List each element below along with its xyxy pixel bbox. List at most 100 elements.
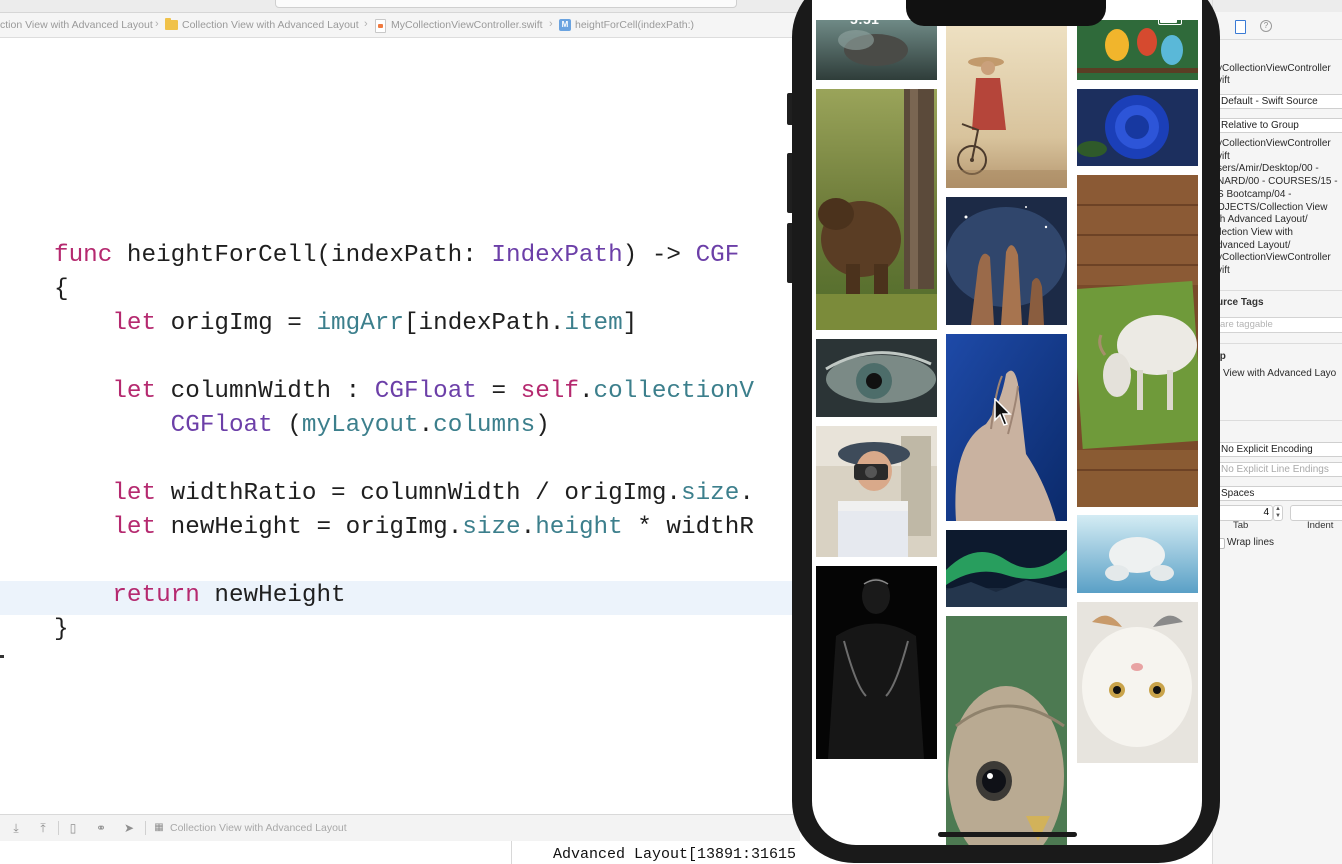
debug-target-label: Collection View with Advanced Layout	[170, 822, 347, 834]
code-area[interactable]: func heightForCell(indexPath: IndexPath)…	[0, 38, 800, 814]
indent-width-label: Indent	[1307, 520, 1334, 531]
tab-width-label: Tab	[1233, 520, 1249, 531]
volume-down-button	[787, 223, 792, 283]
code-line[interactable]: let newHeight = origImg.size.height * wi…	[54, 511, 754, 545]
breadcrumb-project[interactable]: ction View with Advanced Layout	[0, 19, 153, 31]
memory-graph-icon[interactable]: ⚭	[94, 821, 108, 835]
cell-aurora[interactable]	[946, 530, 1067, 607]
cell-goat[interactable]	[1077, 175, 1198, 507]
cell-bear[interactable]	[816, 89, 937, 330]
file-type-popup[interactable]: Default - Swift Source	[1217, 94, 1342, 109]
indent-width-field[interactable]	[1290, 505, 1342, 521]
code-token: return	[112, 582, 200, 609]
home-indicator[interactable]	[938, 832, 1077, 837]
quick-help-icon[interactable]: ?	[1260, 20, 1272, 32]
breadcrumb-group[interactable]: Collection View with Advanced Layout	[182, 19, 359, 31]
divider	[58, 821, 59, 835]
activity-viewer	[275, 0, 737, 8]
code-token: [indexPath.	[403, 310, 565, 337]
line-endings-popup[interactable]: No Explicit Line Endings	[1217, 462, 1342, 477]
wrap-lines-label: Wrap lines	[1227, 537, 1275, 548]
line-marker	[0, 655, 4, 658]
target-membership-item[interactable]: View with Advanced Layo	[1223, 368, 1336, 379]
swift-file-icon	[375, 19, 386, 33]
code-line[interactable]: let origImg = imgArr[indexPath.item]	[54, 307, 637, 341]
view-hierarchy-icon[interactable]: ▯	[66, 821, 80, 835]
location-icon[interactable]: ➤	[122, 821, 136, 835]
code-token: let	[112, 310, 157, 337]
status-time: 5:51	[850, 11, 880, 27]
code-token: )	[535, 412, 550, 439]
cell-blue-rose[interactable]	[1077, 89, 1198, 166]
cell-photographer[interactable]	[816, 426, 937, 557]
code-token: =	[476, 378, 521, 405]
source-tags-field[interactable]: are taggable	[1217, 317, 1342, 333]
code-token: columnWidth :	[156, 378, 375, 405]
wifi-icon: ◠	[1136, 10, 1147, 24]
cell-polar-bear[interactable]	[1077, 515, 1198, 593]
code-token: imgArr	[316, 310, 404, 337]
code-token: {	[54, 276, 69, 303]
code-token: IndexPath	[491, 242, 623, 269]
code-line[interactable]: let widthRatio = columnWidth / origImg.s…	[54, 477, 754, 511]
full-path: yCollectionViewController vift sers/Amir…	[1217, 138, 1338, 277]
code-line[interactable]: }	[54, 613, 69, 647]
breadcrumb-file[interactable]: MyCollectionViewController.swift	[391, 19, 543, 31]
console-divider	[511, 841, 512, 864]
code-token: .	[520, 514, 536, 541]
cell-silhouette[interactable]	[816, 566, 937, 759]
code-token: columns	[433, 412, 536, 439]
code-token: * widthR	[622, 514, 754, 541]
cell-parrots[interactable]	[1077, 20, 1198, 80]
mouse-pointer-icon	[994, 398, 1012, 426]
code-token: size	[462, 514, 521, 541]
code-token: myLayout	[301, 412, 419, 439]
step-out-icon[interactable]: ⤒	[36, 821, 50, 835]
divider	[1213, 343, 1342, 344]
divider	[145, 821, 146, 835]
cell-cat[interactable]	[1077, 602, 1198, 763]
device-notch	[906, 0, 1106, 26]
code-line[interactable]: CGFloat (myLayout.columns)	[54, 409, 550, 443]
method-icon: M	[559, 19, 571, 31]
cell-aquarium[interactable]	[816, 20, 937, 80]
app-target-icon: ▦	[154, 822, 164, 833]
step-into-icon[interactable]: ⤓	[9, 821, 23, 835]
tab-width-stepper[interactable]: ▲ ▼	[1273, 505, 1283, 521]
console-area[interactable]: Advanced Layout[13891:31615	[0, 841, 800, 864]
code-token: size	[680, 480, 740, 507]
code-token: .	[418, 412, 434, 439]
inspector-toolbar	[1213, 0, 1342, 12]
code-line[interactable]: {	[54, 273, 69, 307]
cell-nebula[interactable]	[946, 197, 1067, 325]
cell-eye[interactable]	[816, 339, 937, 417]
source-editor[interactable]: func heightForCell(indexPath: IndexPath)…	[0, 38, 800, 814]
battery-icon	[1158, 14, 1182, 25]
cell-owl[interactable]	[946, 616, 1067, 845]
divider	[1213, 290, 1342, 291]
code-line[interactable]: func heightForCell(indexPath: IndexPath)…	[54, 239, 739, 273]
divider	[1213, 420, 1342, 421]
breadcrumb-method[interactable]: heightForCell(indexPath:)	[575, 19, 694, 31]
breadcrumb: ction View with Advanced Layout › Collec…	[0, 13, 800, 38]
inspector-tabs: ?	[1213, 13, 1342, 40]
code-token: CGFloat	[170, 412, 273, 439]
code-token: let	[112, 480, 157, 507]
location-popup[interactable]: Relative to Group	[1217, 118, 1342, 133]
code-token: (	[272, 412, 302, 439]
code-token: .	[578, 378, 594, 405]
code-token: }	[54, 616, 69, 643]
code-line[interactable]: return newHeight	[54, 579, 345, 613]
console-output: Advanced Layout[13891:31615	[553, 846, 797, 863]
tab-width-field[interactable]: 4	[1218, 505, 1273, 521]
text-encoding-popup[interactable]: No Explicit Encoding	[1217, 442, 1342, 457]
file-inspector-icon[interactable]	[1235, 20, 1246, 34]
code-line[interactable]: let columnWidth : CGFloat = self.collect…	[54, 375, 754, 409]
indent-using-popup[interactable]: Spaces	[1217, 486, 1342, 501]
cell-woman-bicycle[interactable]	[946, 20, 1067, 188]
